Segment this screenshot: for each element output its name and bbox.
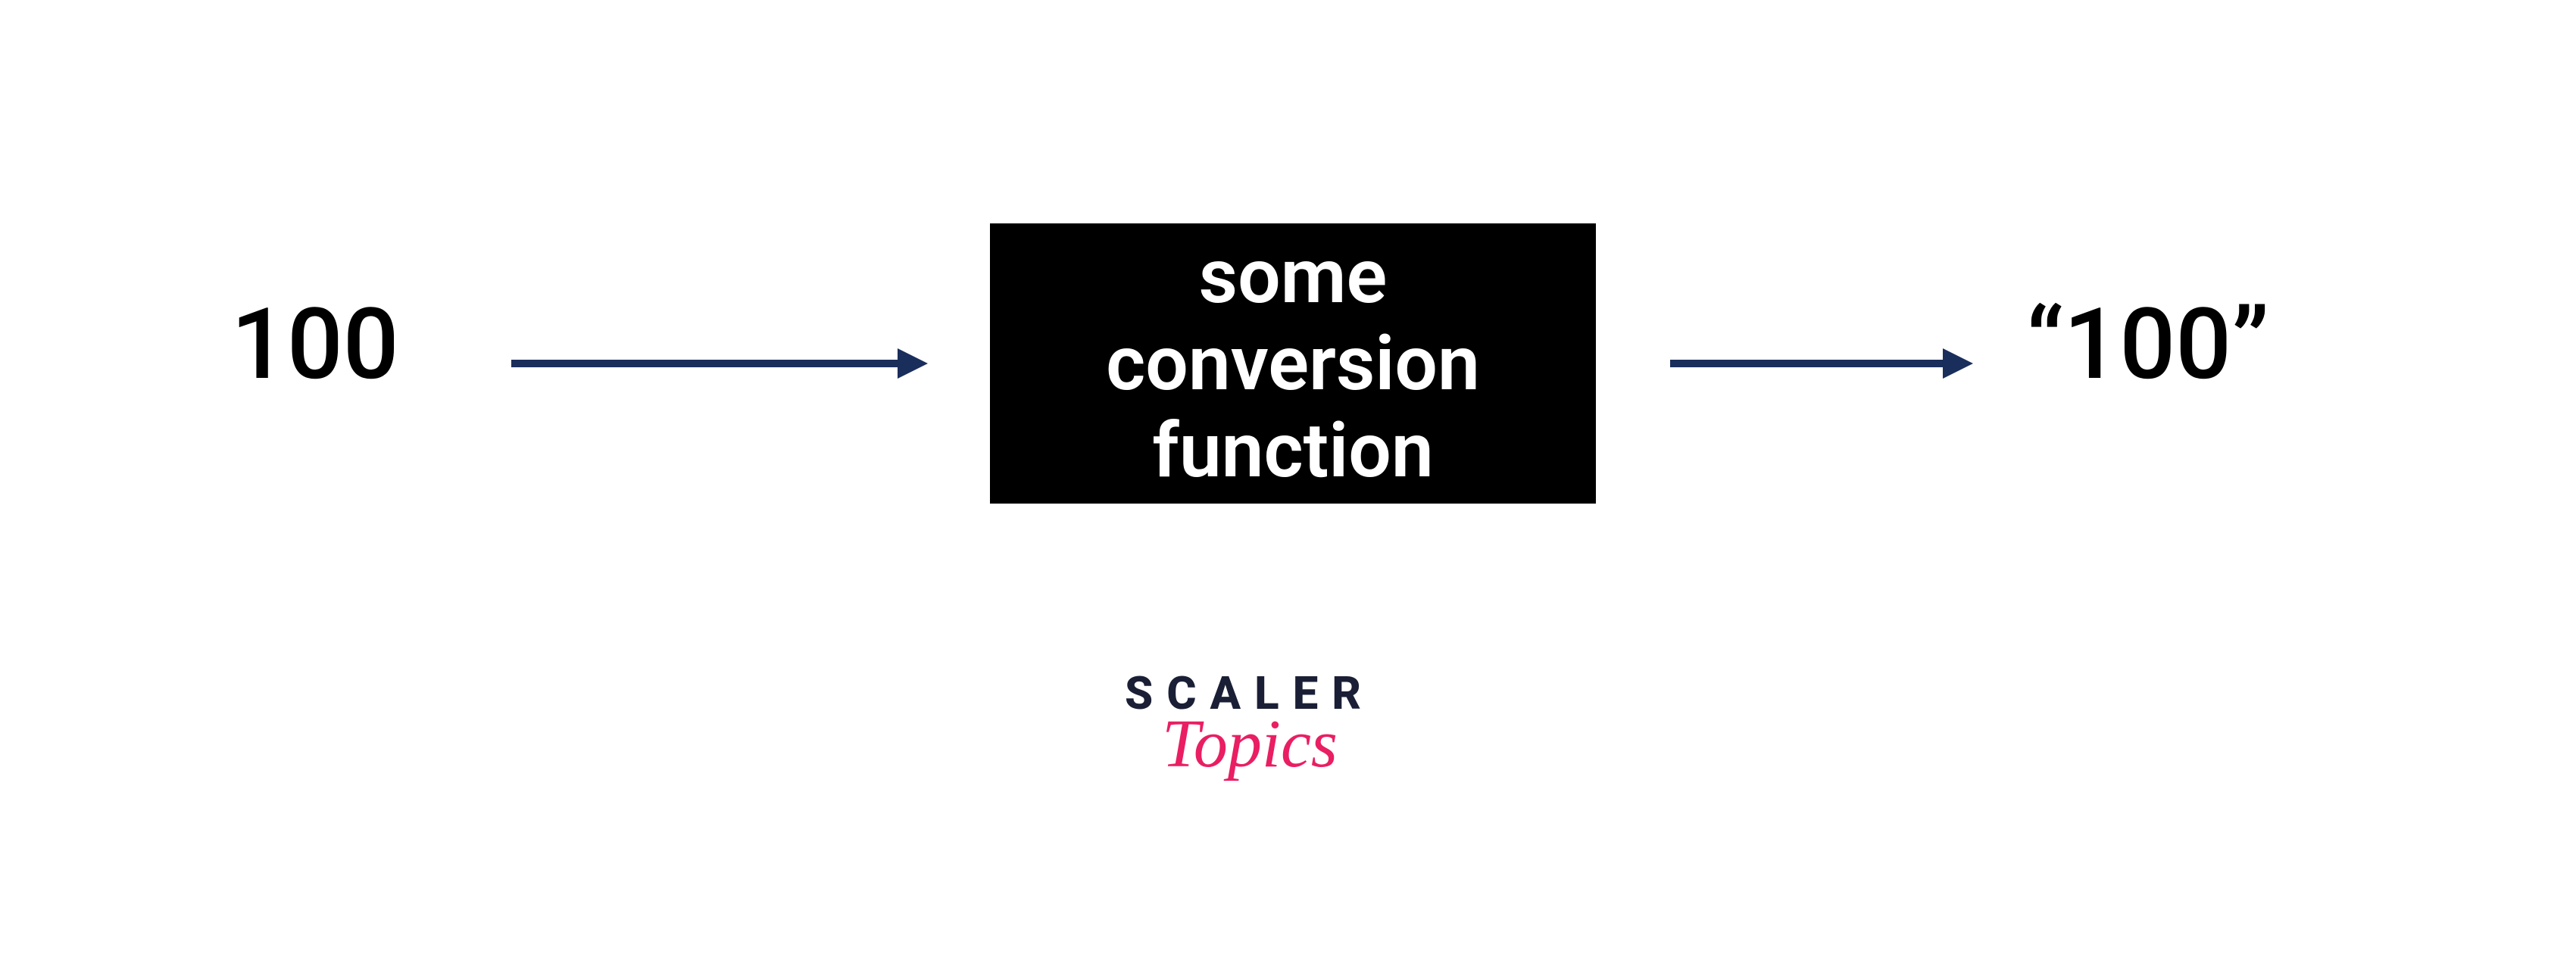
arrow-left-icon <box>511 341 928 389</box>
logo: SCALER Topics <box>1125 666 1375 783</box>
arrow-right-icon <box>1670 341 1973 389</box>
input-value: 100 <box>231 286 399 402</box>
logo-suffix: Topics <box>1162 705 1338 783</box>
conversion-box: some conversion function <box>990 223 1596 504</box>
conversion-box-line1: some <box>1199 233 1388 320</box>
conversion-box-line3: function <box>1152 407 1433 494</box>
output-value: “100” <box>2026 286 2269 402</box>
conversion-box-line2: conversion <box>1106 320 1480 407</box>
diagram-container: 100 some conversion function “100” SCALE… <box>0 0 2576 964</box>
